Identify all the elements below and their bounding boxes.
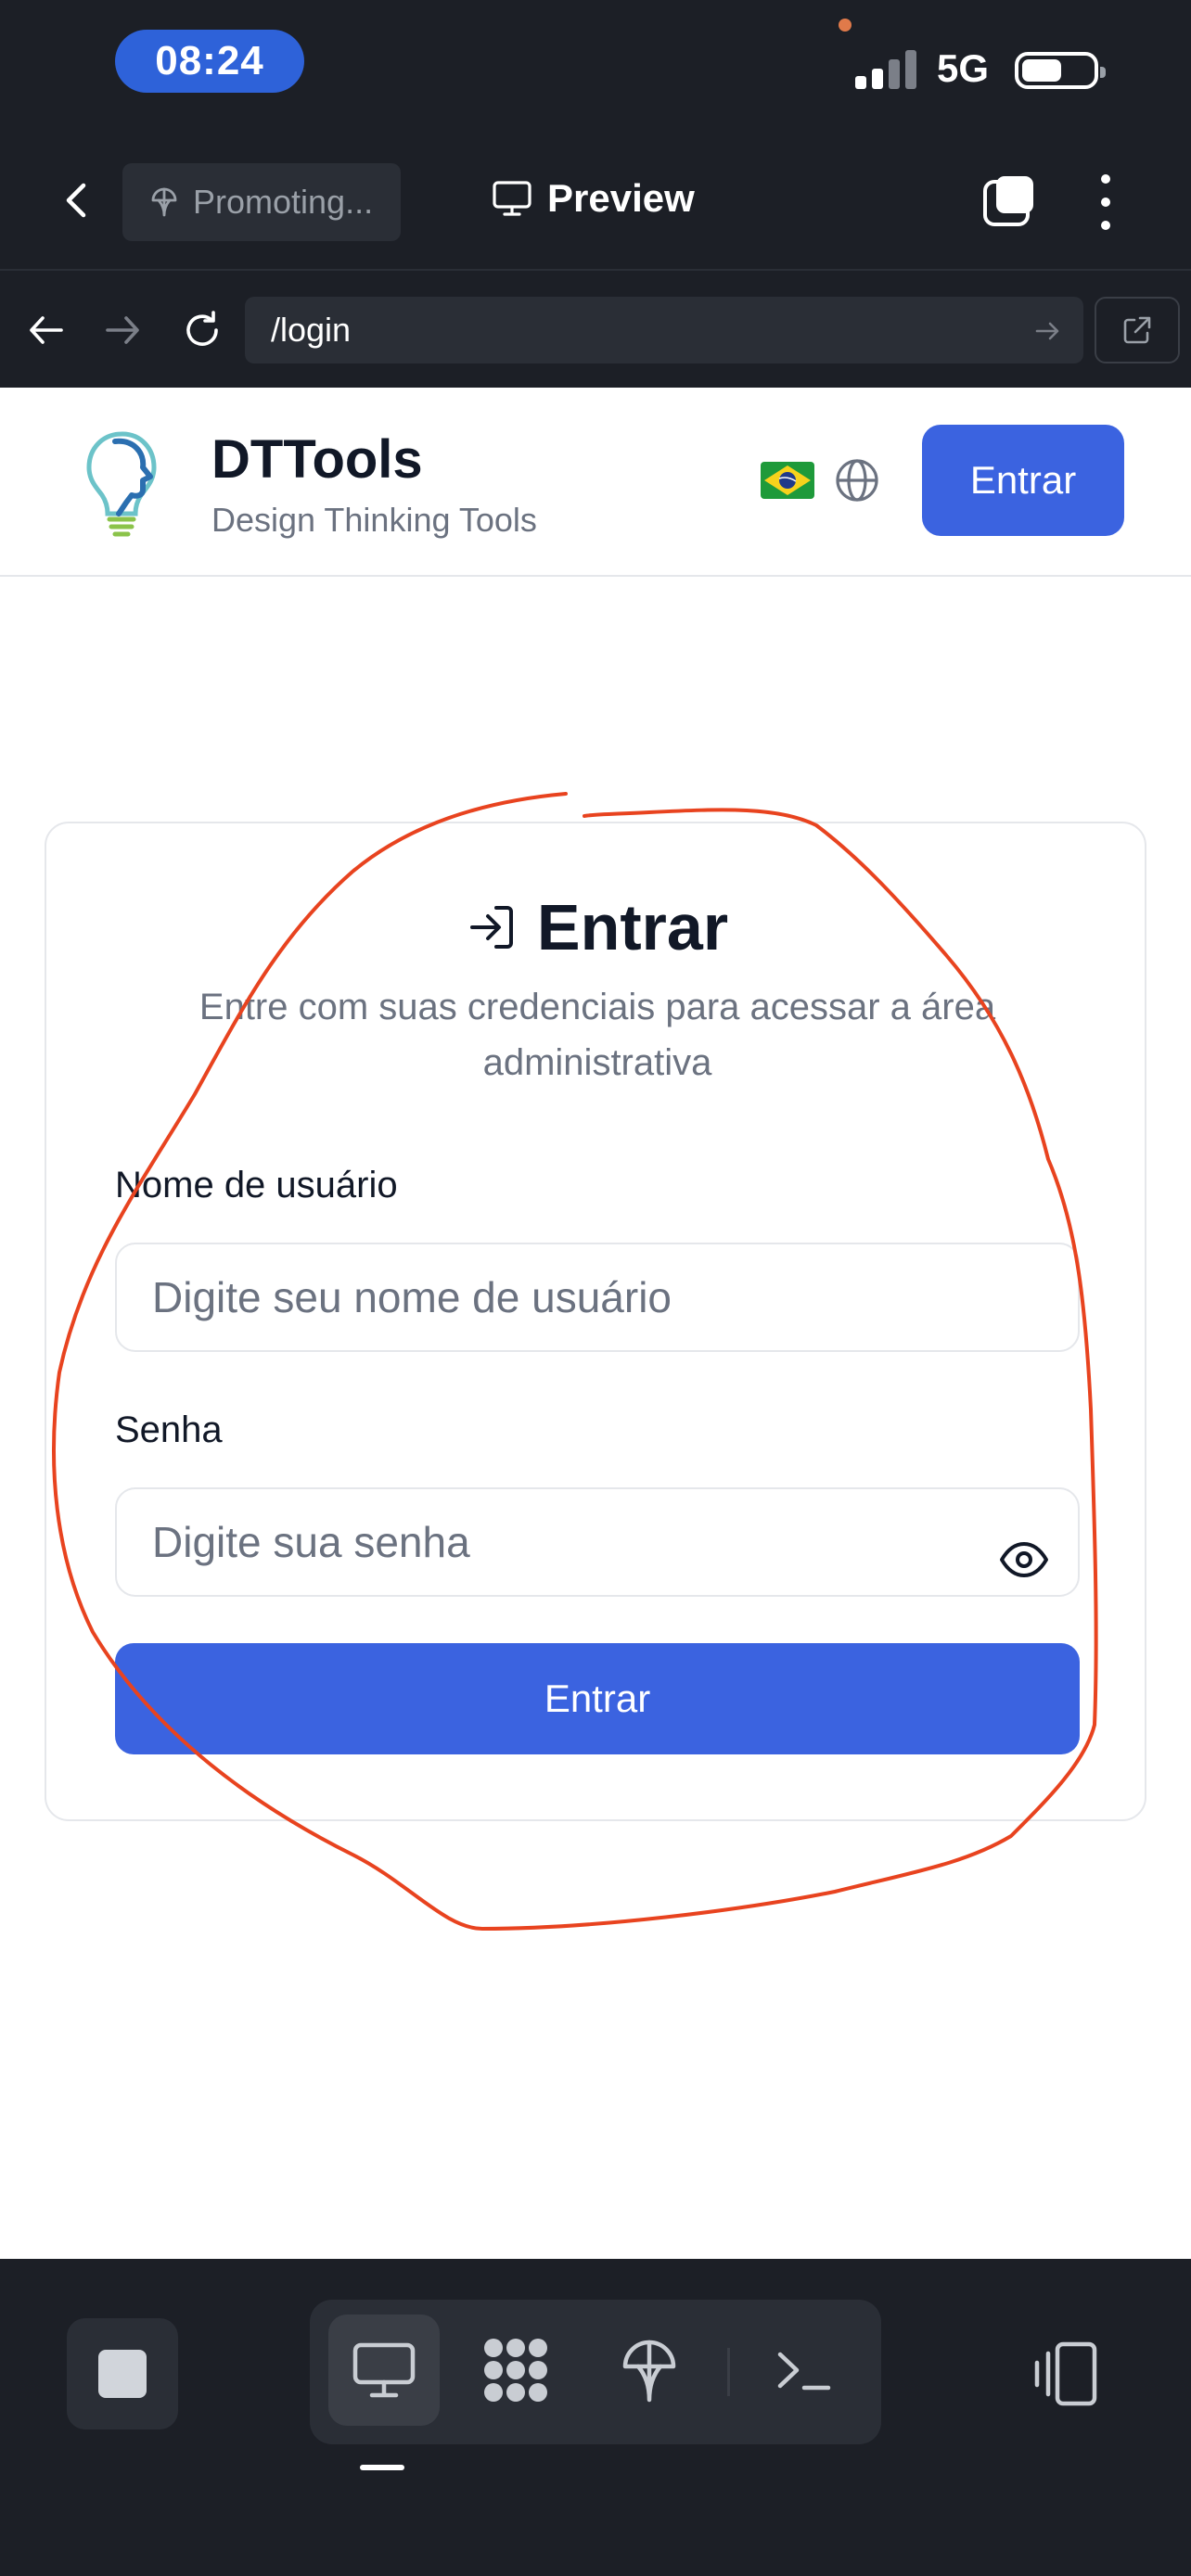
dock-separator [727,2348,730,2396]
promo-icon [151,187,177,217]
tabs-icon[interactable] [981,172,1037,228]
monitor-icon [493,181,531,216]
logo-icon [86,431,157,537]
brazil-flag-icon[interactable] [761,462,814,499]
header-login-button[interactable]: Entrar [922,425,1124,536]
web-page: DTTools Design Thinking Tools Entrar Ent… [0,388,1191,2259]
stop-button[interactable] [67,2318,178,2429]
promo-icon [622,2340,676,2403]
battery-icon [1015,52,1106,89]
dock-deploy-button[interactable] [594,2315,705,2426]
login-card: Entrar Entre com suas credenciais para a… [45,822,1146,1821]
status-bar: 08:24 5G [0,0,1191,130]
dock-grid-button[interactable] [460,2315,571,2426]
open-external-button[interactable] [1095,297,1180,363]
preview-tab[interactable]: Preview [492,176,695,221]
back-chevron-icon[interactable] [56,178,100,223]
preview-label: Preview [547,176,695,220]
brand-title: DTTools [211,429,423,490]
url-input[interactable]: /login [245,297,1083,363]
login-icon [469,906,513,949]
more-icon[interactable] [1095,174,1117,230]
browser-url-bar: /login [0,273,1191,388]
login-description: Entre com suas credenciais para acessar … [198,987,996,1083]
dock-active-indicator [360,2465,404,2470]
reload-icon[interactable] [180,308,224,352]
monitor-icon [352,2342,416,2398]
url-text: /login [271,311,352,349]
brand-subtitle: Design Thinking Tools [211,501,537,539]
username-input[interactable] [115,1243,1080,1352]
site-header: DTTools Design Thinking Tools Entrar [0,388,1191,577]
globe-icon[interactable] [833,456,881,504]
privacy-indicator-dot [839,19,852,32]
layout-icon[interactable] [1031,2339,1102,2409]
stop-icon [98,2350,147,2398]
arrow-right-icon[interactable] [100,308,145,352]
eye-icon[interactable] [998,1534,1050,1586]
signal-icon [855,48,920,89]
network-type: 5G [937,46,990,90]
login-title: Entrar [46,890,1148,964]
bottom-toolbar [0,2259,1191,2576]
project-chip[interactable]: Promoting... [122,163,401,241]
url-go-icon[interactable] [1033,317,1061,345]
grid-icon [484,2339,547,2402]
external-link-icon [1123,316,1151,344]
bottom-dock [310,2300,881,2444]
status-time: 08:24 [115,30,304,93]
password-label: Senha [115,1409,223,1450]
username-label: Nome de usuário [115,1165,398,1205]
password-input[interactable] [115,1487,1080,1597]
project-label: Promoting... [193,183,374,221]
dock-terminal-button[interactable] [748,2315,859,2426]
dock-preview-button[interactable] [328,2315,440,2426]
submit-login-button[interactable]: Entrar [115,1643,1080,1754]
arrow-left-icon[interactable] [24,308,69,352]
terminal-icon [777,2352,831,2391]
app-toolbar: Promoting... Preview [0,130,1191,271]
login-title-text: Entrar [536,891,729,963]
